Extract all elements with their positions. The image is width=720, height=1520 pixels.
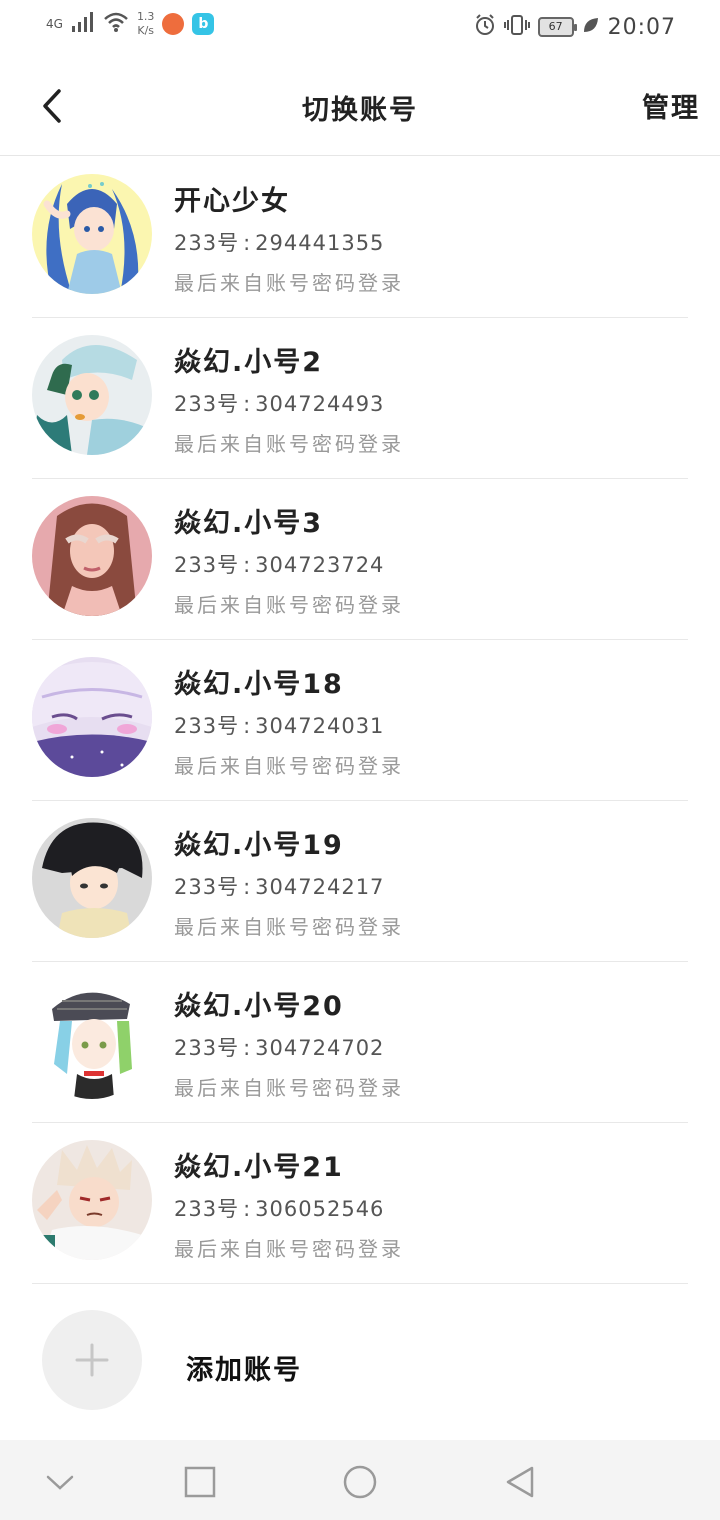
account-name: 焱幻.小号21 — [174, 1152, 344, 1183]
home-button[interactable] — [338, 1460, 382, 1504]
account-id: 233号:304723724 — [174, 553, 385, 577]
account-id-value: 294441355 — [255, 231, 385, 255]
account-id-value: 304724031 — [255, 714, 385, 738]
add-account-circle — [42, 1310, 142, 1410]
status-bar-right: 67 20:07 — [474, 14, 676, 40]
account-id-label: 233号 — [174, 1036, 240, 1060]
account-name: 焱幻.小号18 — [174, 669, 344, 700]
signal-icon — [71, 11, 95, 37]
account-list: 开心少女 233号:294441355 最后来自账号密码登录 焱幻.小号2 23… — [0, 157, 720, 1284]
network-speed: 1.3 K/s — [137, 10, 155, 38]
top-app-bar: 切换账号 管理 — [0, 56, 720, 156]
account-login-method: 最后来自账号密码登录 — [174, 593, 404, 617]
avatar — [32, 818, 152, 938]
status-bar-left: 4G 1.3 K/s b — [46, 10, 215, 38]
account-id-value: 304724217 — [255, 875, 385, 899]
account-item[interactable]: 焱幻.小号3 233号:304723724 最后来自账号密码登录 — [0, 479, 720, 640]
plus-icon — [75, 1343, 109, 1377]
account-name: 开心少女 — [174, 186, 290, 217]
account-id-label: 233号 — [174, 392, 240, 416]
account-id-label: 233号 — [174, 875, 240, 899]
account-login-method: 最后来自账号密码登录 — [174, 1237, 404, 1261]
account-name: 焱幻.小号19 — [174, 830, 344, 861]
network-type: 4G — [46, 17, 63, 31]
vibrate-icon — [503, 14, 530, 40]
wifi-icon — [103, 11, 129, 37]
account-id: 233号:304724493 — [174, 392, 385, 416]
account-id-label: 233号 — [174, 231, 240, 255]
account-name: 焱幻.小号3 — [174, 508, 324, 539]
recents-square-icon — [184, 1466, 216, 1498]
avatar — [32, 657, 152, 777]
account-login-method: 最后来自账号密码登录 — [174, 432, 404, 456]
account-login-method: 最后来自账号密码登录 — [174, 1076, 404, 1100]
account-login-method: 最后来自账号密码登录 — [174, 915, 404, 939]
back-triangle-icon — [506, 1466, 534, 1498]
manage-button[interactable]: 管理 — [642, 86, 700, 125]
account-item[interactable]: 焱幻.小号2 233号:304724493 最后来自账号密码登录 — [0, 318, 720, 479]
status-bar: 4G 1.3 K/s b 67 20:07 — [0, 0, 720, 56]
account-login-method: 最后来自账号密码登录 — [174, 271, 404, 295]
collapse-down-icon — [46, 1475, 74, 1490]
avatar — [32, 979, 152, 1099]
account-id: 233号:304724702 — [174, 1036, 385, 1060]
back-nav-button[interactable] — [498, 1460, 542, 1504]
account-item[interactable]: 焱幻.小号19 233号:304724217 最后来自账号密码登录 — [0, 801, 720, 962]
collapse-down-button[interactable] — [38, 1460, 82, 1504]
system-nav-bar — [0, 1440, 720, 1520]
battery-level: 67 — [548, 20, 563, 33]
app-notification-icon — [162, 13, 185, 35]
avatar — [32, 496, 152, 616]
avatar — [32, 174, 152, 294]
account-id: 233号:304724031 — [174, 714, 385, 738]
home-circle-icon — [343, 1465, 377, 1499]
account-id: 233号:306052546 — [174, 1197, 385, 1221]
account-item[interactable]: 焱幻.小号21 233号:306052546 最后来自账号密码登录 — [0, 1123, 720, 1284]
account-name: 焱幻.小号20 — [174, 991, 344, 1022]
account-name: 焱幻.小号2 — [174, 347, 324, 378]
account-id-label: 233号 — [174, 714, 240, 738]
account-id-value: 304724493 — [255, 392, 385, 416]
speed-unit: K/s — [137, 24, 155, 37]
account-login-method: 最后来自账号密码登录 — [174, 754, 404, 778]
recents-button[interactable] — [178, 1460, 222, 1504]
avatar — [32, 1140, 152, 1260]
battery-icon: 67 — [537, 17, 577, 37]
leaf-icon — [582, 16, 600, 38]
account-id-label: 233号 — [174, 553, 240, 577]
account-id-value: 304723724 — [255, 553, 385, 577]
alarm-icon — [474, 14, 496, 40]
account-id-label: 233号 — [174, 1197, 240, 1221]
account-item[interactable]: 开心少女 233号:294441355 最后来自账号密码登录 — [0, 157, 720, 318]
account-id-value: 306052546 — [255, 1197, 385, 1221]
add-account-button[interactable]: 添加账号 — [0, 1290, 720, 1430]
account-item[interactable]: 焱幻.小号20 233号:304724702 最后来自账号密码登录 — [0, 962, 720, 1123]
divider — [32, 1283, 688, 1284]
add-account-label: 添加账号 — [186, 1355, 302, 1386]
account-item[interactable]: 焱幻.小号18 233号:304724031 最后来自账号密码登录 — [0, 640, 720, 801]
avatar — [32, 335, 152, 455]
speed-value: 1.3 — [136, 10, 155, 23]
bilibili-icon: b — [192, 13, 215, 35]
clock: 20:07 — [607, 14, 676, 40]
account-id: 233号:304724217 — [174, 875, 385, 899]
account-id: 233号:294441355 — [174, 231, 385, 255]
account-id-value: 304724702 — [255, 1036, 385, 1060]
page-title: 切换账号 — [302, 95, 418, 126]
